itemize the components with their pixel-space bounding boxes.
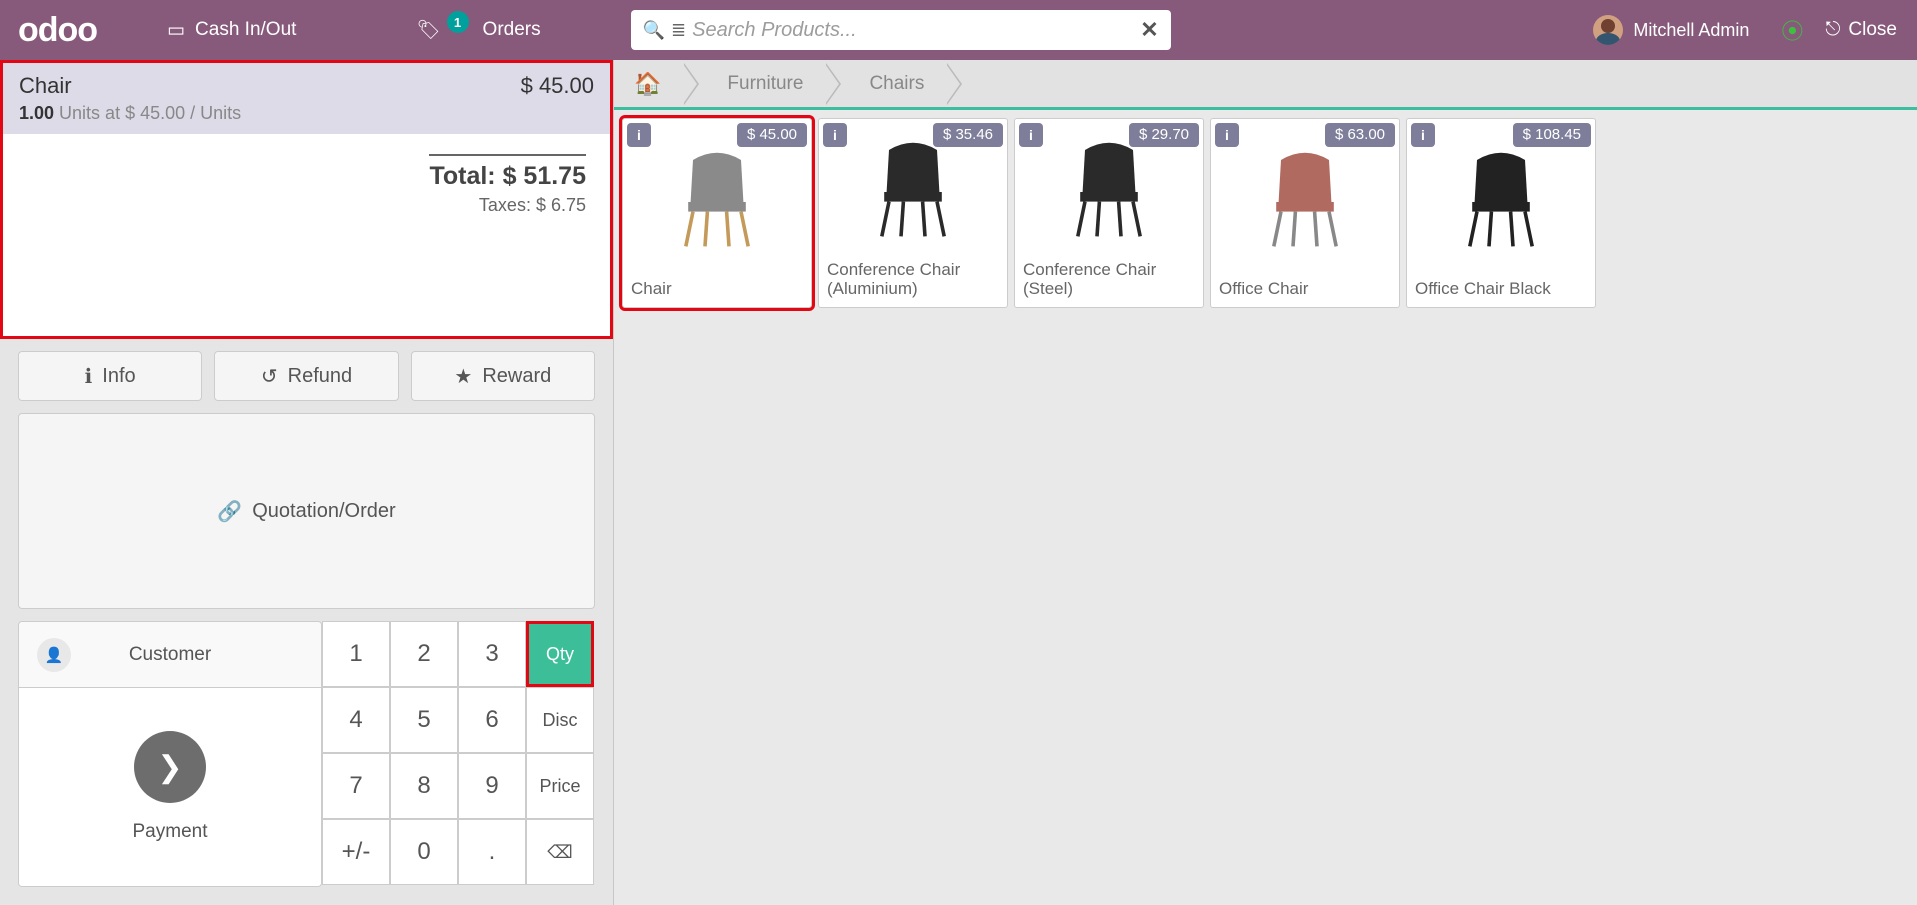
db-icon: ≣ <box>671 20 686 41</box>
numpad-7[interactable]: 7 <box>322 753 390 819</box>
product-card[interactable]: i $ 45.00 Chair <box>622 118 812 308</box>
numpad-4[interactable]: 4 <box>322 687 390 753</box>
product-card[interactable]: i $ 108.45 Office Chair Black <box>1406 118 1596 308</box>
product-grid: i $ 45.00 Chair i $ 35.46 <box>614 110 1917 316</box>
numpad-3[interactable]: 3 <box>458 621 526 687</box>
orderline-qty-rest: Units at $ 45.00 / Units <box>54 103 241 123</box>
logout-icon: ⎋ <box>1825 19 1840 41</box>
product-price: $ 35.46 <box>933 123 1003 147</box>
search-input[interactable] <box>692 19 1140 42</box>
payment-label: Payment <box>133 821 208 843</box>
orderline-qty: 1.00 <box>19 103 54 123</box>
chevron-right-icon: ❯ <box>134 731 206 803</box>
product-info-icon[interactable]: i <box>823 123 847 147</box>
user-name: Mitchell Admin <box>1633 20 1749 41</box>
search-icon: 🔍 <box>643 20 665 41</box>
product-price: $ 29.70 <box>1129 123 1199 147</box>
customer-label: Customer <box>129 644 211 666</box>
product-label: Conference Chair (Steel) <box>1015 254 1203 307</box>
product-info-icon[interactable]: i <box>627 123 651 147</box>
product-info-icon[interactable]: i <box>1019 123 1043 147</box>
numpad-6[interactable]: 6 <box>458 687 526 753</box>
numpad-backspace[interactable]: ⌫ <box>526 819 594 885</box>
numpad: 1 2 3 Qty 4 5 6 Disc 7 8 9 Price +/- 0 .… <box>322 621 594 887</box>
breadcrumb-home[interactable]: 🏠 <box>620 64 683 104</box>
numpad-plusminus[interactable]: +/- <box>322 819 390 885</box>
numpad-5[interactable]: 5 <box>390 687 458 753</box>
tax-value: $ 6.75 <box>536 195 586 215</box>
link-icon: 🔗 <box>217 499 242 524</box>
breadcrumb-furniture[interactable]: Furniture <box>697 64 825 104</box>
order-line[interactable]: Chair $ 45.00 1.00 Units at $ 45.00 / Un… <box>3 63 610 134</box>
person-icon: 👤 <box>37 638 71 672</box>
numpad-disc[interactable]: Disc <box>526 687 594 753</box>
search-box[interactable]: 🔍 ≣ ✕ <box>631 10 1171 50</box>
product-label: Office Chair Black <box>1407 273 1595 307</box>
product-price: $ 63.00 <box>1325 123 1395 147</box>
info-label: Info <box>102 365 135 388</box>
product-price: $ 108.45 <box>1513 123 1591 147</box>
wifi-icon: ⦿ <box>1767 14 1817 46</box>
orderline-name: Chair <box>19 73 72 99</box>
product-info-icon[interactable]: i <box>1215 123 1239 147</box>
numpad-8[interactable]: 8 <box>390 753 458 819</box>
cash-in-out-button[interactable]: ▭ Cash In/Out <box>137 0 326 60</box>
totals: Total: $ 51.75 Taxes: $ 6.75 <box>3 134 610 336</box>
product-label: Conference Chair (Aluminium) <box>819 254 1007 307</box>
numpad-0[interactable]: 0 <box>390 819 458 885</box>
numpad-qty[interactable]: Qty <box>526 621 594 687</box>
user-menu[interactable]: Mitchell Admin <box>1575 15 1767 45</box>
order-panel: Chair $ 45.00 1.00 Units at $ 45.00 / Un… <box>0 60 614 905</box>
numpad-2[interactable]: 2 <box>390 621 458 687</box>
tag-icon: 🏷 <box>416 18 440 42</box>
breadcrumb-chairs[interactable]: Chairs <box>839 64 946 104</box>
product-info-icon[interactable]: i <box>1411 123 1435 147</box>
close-label: Close <box>1848 19 1897 41</box>
product-price: $ 45.00 <box>737 123 807 147</box>
payment-button[interactable]: ❯ Payment <box>19 688 321 886</box>
breadcrumb: 🏠 Furniture Chairs <box>614 60 1917 110</box>
product-card[interactable]: i $ 63.00 Office Chair <box>1210 118 1400 308</box>
orders-label: Orders <box>483 19 541 41</box>
reward-button[interactable]: ★ Reward <box>411 351 595 401</box>
home-icon: 🏠 <box>634 71 661 97</box>
total-value: $ 51.75 <box>503 162 586 190</box>
star-icon: ★ <box>454 364 472 389</box>
product-label: Office Chair <box>1211 273 1399 307</box>
product-card[interactable]: i $ 29.70 Conference Chair (Steel) <box>1014 118 1204 308</box>
order-box: Chair $ 45.00 1.00 Units at $ 45.00 / Un… <box>0 60 613 339</box>
tax-label: Taxes: <box>479 195 536 215</box>
refund-label: Refund <box>288 365 353 388</box>
close-button[interactable]: ⎋ Close <box>1817 19 1905 41</box>
cash-icon: ▭ <box>167 19 185 42</box>
numpad-1[interactable]: 1 <box>322 621 390 687</box>
product-panel: 🏠 Furniture Chairs i $ 45.00 Chair i $ 3… <box>614 60 1917 905</box>
odoo-logo: odoo <box>12 11 137 50</box>
cash-label: Cash In/Out <box>195 19 296 41</box>
refund-button[interactable]: ↺ Refund <box>214 351 398 401</box>
quotation-button[interactable]: 🔗 Quotation/Order <box>18 413 595 609</box>
undo-icon: ↺ <box>261 364 278 389</box>
info-icon: ℹ <box>85 364 93 389</box>
product-card[interactable]: i $ 35.46 Conference Chair (Aluminium) <box>818 118 1008 308</box>
quotation-label: Quotation/Order <box>252 500 395 523</box>
orders-button[interactable]: 🏷 1 Orders <box>386 0 570 60</box>
numpad-dot[interactable]: . <box>458 819 526 885</box>
orderline-price: $ 45.00 <box>521 73 594 99</box>
numpad-price[interactable]: Price <box>526 753 594 819</box>
product-label: Chair <box>623 273 811 307</box>
clear-icon[interactable]: ✕ <box>1140 17 1158 43</box>
customer-button[interactable]: 👤 Customer <box>19 622 321 688</box>
avatar <box>1593 15 1623 45</box>
info-button[interactable]: ℹ Info <box>18 351 202 401</box>
total-label: Total: <box>429 162 502 190</box>
reward-label: Reward <box>482 365 551 388</box>
numpad-9[interactable]: 9 <box>458 753 526 819</box>
orders-badge: 1 <box>447 11 469 33</box>
topbar: odoo ▭ Cash In/Out 🏷 1 Orders 🔍 ≣ ✕ Mitc… <box>0 0 1917 60</box>
